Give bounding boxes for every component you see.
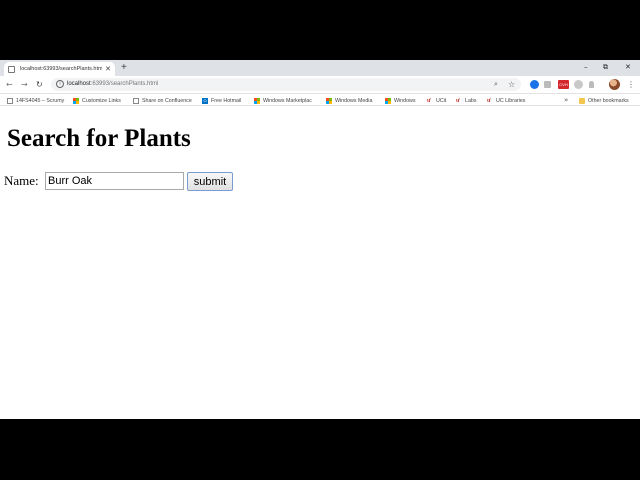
- bookmark-item[interactable]: ư UC Libraries: [487, 95, 525, 106]
- uc-icon: ư: [487, 97, 491, 104]
- browser-window: localhost:63993/searchPlants.html ✕ + – …: [0, 60, 640, 419]
- tab-strip: localhost:63993/searchPlants.html ✕ + – …: [0, 60, 640, 76]
- close-window-icon[interactable]: ✕: [625, 61, 631, 73]
- windows-icon: [326, 97, 332, 104]
- bookmark-item[interactable]: 14FS4045 – Scrumy: [7, 95, 64, 106]
- extension-blue-icon[interactable]: [530, 80, 539, 89]
- uc-icon: ư: [427, 97, 431, 104]
- bookmark-item[interactable]: O Free Hotmail: [202, 95, 241, 106]
- address-url[interactable]: localhost:63993/searchPlants.html: [67, 78, 158, 91]
- extension-circle-icon[interactable]: [574, 80, 583, 89]
- document-icon: [133, 97, 139, 104]
- browser-toolbar: ← → ↻ i localhost:63993/searchPlants.htm…: [0, 76, 640, 94]
- tab-search-plants[interactable]: localhost:63993/searchPlants.html ✕: [4, 62, 115, 76]
- info-icon[interactable]: i: [56, 80, 64, 88]
- bookmark-item[interactable]: Windows Marketplac: [254, 95, 312, 106]
- bookmark-item[interactable]: Share on Confluence: [133, 95, 192, 106]
- bookmark-item[interactable]: ư Labs: [456, 95, 477, 106]
- name-label: Name:: [4, 173, 39, 188]
- uc-icon: ư: [456, 97, 460, 104]
- extension-gray-icon[interactable]: [544, 81, 551, 88]
- minimize-icon[interactable]: –: [584, 61, 588, 73]
- submit-button[interactable]: submit: [187, 172, 233, 191]
- bookmark-item[interactable]: Windows: [385, 95, 416, 106]
- page-icon: [8, 65, 15, 73]
- new-tab-button[interactable]: +: [121, 62, 127, 74]
- outlook-icon: O: [202, 97, 208, 104]
- extension-pin-icon[interactable]: [589, 81, 594, 88]
- document-icon: [7, 97, 13, 104]
- other-bookmarks[interactable]: Other bookmarks: [579, 95, 629, 106]
- tab-title: localhost:63993/searchPlants.html: [20, 66, 103, 72]
- reload-icon[interactable]: ↻: [36, 79, 43, 91]
- address-bar[interactable]: i localhost:63993/searchPlants.html ⌕ ☆: [51, 78, 521, 91]
- close-tab-icon[interactable]: ✕: [105, 65, 111, 73]
- restore-icon[interactable]: ⧉: [603, 61, 608, 73]
- name-input[interactable]: [45, 172, 184, 190]
- folder-icon: [579, 97, 585, 104]
- windows-icon: [254, 97, 260, 104]
- zoom-icon[interactable]: ⌕: [494, 78, 498, 91]
- bookmark-item[interactable]: Windows Media: [326, 95, 372, 106]
- page-title: Search for Plants: [7, 125, 191, 152]
- windows-icon: [73, 97, 79, 104]
- page-content: Search for Plants Name: submit: [0, 107, 640, 419]
- back-icon[interactable]: ←: [6, 79, 13, 91]
- bookmark-star-icon[interactable]: ☆: [508, 78, 515, 91]
- bookmark-item[interactable]: ư UCit: [427, 95, 446, 106]
- avatar[interactable]: [609, 79, 620, 90]
- bookmarks-bar: 14FS4045 – Scrumy Customize Links Share …: [0, 95, 640, 106]
- more-bookmarks-icon[interactable]: »: [564, 95, 568, 106]
- bookmark-item[interactable]: Customize Links: [73, 95, 121, 106]
- windows-icon: [385, 97, 391, 104]
- extension-red-icon[interactable]: CVH: [558, 80, 569, 89]
- forward-icon[interactable]: →: [21, 79, 28, 91]
- menu-icon[interactable]: ⋮: [627, 78, 635, 91]
